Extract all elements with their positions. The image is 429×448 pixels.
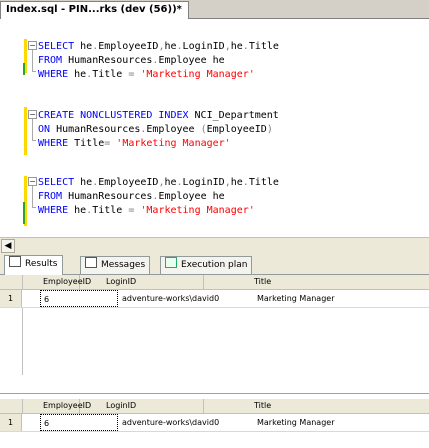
column-header[interactable]: EmployeeID — [23, 275, 91, 289]
code-token: Title — [92, 69, 129, 80]
code-line[interactable]: FROM HumanResources.Employee he — [38, 54, 225, 68]
grid-cell-loginid[interactable]: adventure-works\david0 — [119, 290, 249, 307]
tab-messages[interactable]: Messages — [80, 256, 151, 274]
code-token: he — [230, 41, 243, 52]
code-line[interactable]: SELECT he.EmployeeID,he.LoginID,he.Title — [38, 40, 279, 54]
code-token: HumanResources — [62, 55, 153, 66]
saved-change-bar — [23, 202, 25, 224]
code-token: he — [68, 69, 87, 80]
code-token: Title — [92, 205, 129, 216]
document-tab-strip: Index.sql - PIN...rks (dev (56))* — [0, 0, 429, 19]
grid-separator — [0, 393, 429, 394]
code-token: WHERE — [38, 69, 69, 80]
fold-guide-end — [32, 140, 36, 141]
code-token: ) — [266, 124, 273, 135]
code-token: ON — [38, 124, 51, 135]
code-token: HumanResources — [50, 124, 141, 135]
code-token: he — [230, 177, 243, 188]
column-header[interactable]: EmployeeID — [23, 399, 91, 413]
saved-change-bar — [23, 63, 25, 75]
code-token: Title — [248, 177, 279, 188]
code-line[interactable]: WHERE Title= 'Marketing Manager' — [38, 137, 231, 151]
change-bar — [24, 107, 27, 155]
tab-results-label: Results — [25, 259, 58, 269]
code-token: NCI_Department — [188, 110, 279, 121]
code-token: CREATE NONCLUSTERED INDEX — [38, 110, 189, 121]
code-token: HumanResources — [62, 191, 153, 202]
grid-header: EmployeeID LoginID Title — [0, 275, 429, 290]
code-token: WHERE — [38, 205, 69, 216]
tab-messages-label: Messages — [101, 260, 146, 270]
code-token: FROM — [38, 55, 63, 66]
code-token: 'Marketing Manager' — [140, 205, 255, 216]
grid-cell-loginid[interactable]: adventure-works\david0 — [119, 414, 249, 431]
results-tab-strip: Results Messages Execution plan — [0, 253, 429, 275]
fold-guide — [32, 119, 33, 140]
code-line[interactable]: FROM HumanResources.Employee he — [38, 190, 225, 204]
code-token: LoginID — [182, 41, 225, 52]
document-tab[interactable]: Index.sql - PIN...rks (dev (56))* — [0, 1, 189, 19]
code-line[interactable]: WHERE he.Title = 'Marketing Manager' — [38, 204, 255, 218]
table-row[interactable]: 1 6 adventure-works\david0 Marketing Man… — [0, 290, 429, 308]
grid-cell-employeeid[interactable]: 6 — [40, 290, 118, 307]
tab-execution-plan-label: Execution plan — [181, 260, 248, 270]
code-line[interactable]: SELECT he.EmployeeID,he.LoginID,he.Title — [38, 176, 279, 190]
tab-results[interactable]: Results — [4, 255, 63, 275]
grid-cell-title[interactable]: Marketing Manager — [254, 290, 364, 307]
code-token: 'Marketing Manager' — [116, 138, 231, 149]
code-token: Employee he — [158, 55, 225, 66]
code-token: Title — [68, 138, 105, 149]
row-number[interactable]: 1 — [0, 414, 22, 431]
collapse-icon[interactable]: − — [28, 41, 37, 50]
row-header-corner — [0, 275, 23, 289]
code-token: WHERE — [38, 138, 69, 149]
code-token: Employee — [146, 124, 201, 135]
scroll-left-arrow-icon[interactable]: ◀ — [1, 239, 15, 253]
code-line[interactable]: CREATE NONCLUSTERED INDEX NCI_Department — [38, 109, 279, 123]
query-editor[interactable]: − − − SELECT he.EmployeeID,he.LoginID,he… — [0, 19, 429, 237]
code-token: LoginID — [182, 177, 225, 188]
code-token: he — [164, 177, 177, 188]
messages-icon — [85, 257, 97, 268]
execution-plan-icon — [165, 257, 177, 268]
fold-guide — [32, 186, 33, 207]
code-token: Title — [248, 41, 279, 52]
grid-icon — [9, 256, 21, 267]
row-number[interactable]: 1 — [0, 290, 22, 307]
code-token: he — [164, 41, 177, 52]
column-header[interactable]: LoginID — [80, 275, 204, 289]
code-token: 'Marketing Manager' — [140, 69, 255, 80]
code-token: EmployeeID — [206, 124, 267, 135]
results-grid-2[interactable]: EmployeeID LoginID Title 1 6 adventure-w… — [0, 399, 429, 448]
code-token: he — [68, 205, 87, 216]
row-header-divider — [22, 308, 23, 375]
editor-horizontal-scrollbar[interactable]: ◀ — [0, 237, 429, 253]
code-token: he — [74, 177, 93, 188]
column-header[interactable]: Title — [204, 399, 326, 413]
code-token: Employee he — [158, 191, 225, 202]
code-token: he — [74, 41, 93, 52]
fold-guide — [32, 50, 33, 71]
fold-guide-end — [32, 207, 36, 208]
column-header[interactable]: Title — [204, 275, 326, 289]
fold-guide-end — [32, 71, 36, 72]
code-token: EmployeeID — [98, 41, 159, 52]
row-header-corner — [0, 399, 23, 413]
grid-cell-employeeid[interactable]: 6 — [40, 414, 118, 431]
collapse-icon[interactable]: − — [28, 110, 37, 119]
grid-cell-title[interactable]: Marketing Manager — [254, 414, 364, 431]
results-grid-1[interactable]: EmployeeID LoginID Title 1 6 adventure-w… — [0, 275, 429, 375]
tab-execution-plan[interactable]: Execution plan — [160, 256, 253, 274]
table-row[interactable]: 1 6 adventure-works\david0 Marketing Man… — [0, 414, 429, 432]
code-token: SELECT — [38, 177, 75, 188]
grid-header: EmployeeID LoginID Title — [0, 399, 429, 414]
code-line[interactable]: WHERE he.Title = 'Marketing Manager' — [38, 68, 255, 82]
column-header[interactable]: LoginID — [80, 399, 204, 413]
code-token: EmployeeID — [98, 177, 159, 188]
code-line[interactable]: ON HumanResources.Employee (EmployeeID) — [38, 123, 273, 137]
collapse-icon[interactable]: − — [28, 177, 37, 186]
code-token: SELECT — [38, 41, 75, 52]
code-token: FROM — [38, 191, 63, 202]
